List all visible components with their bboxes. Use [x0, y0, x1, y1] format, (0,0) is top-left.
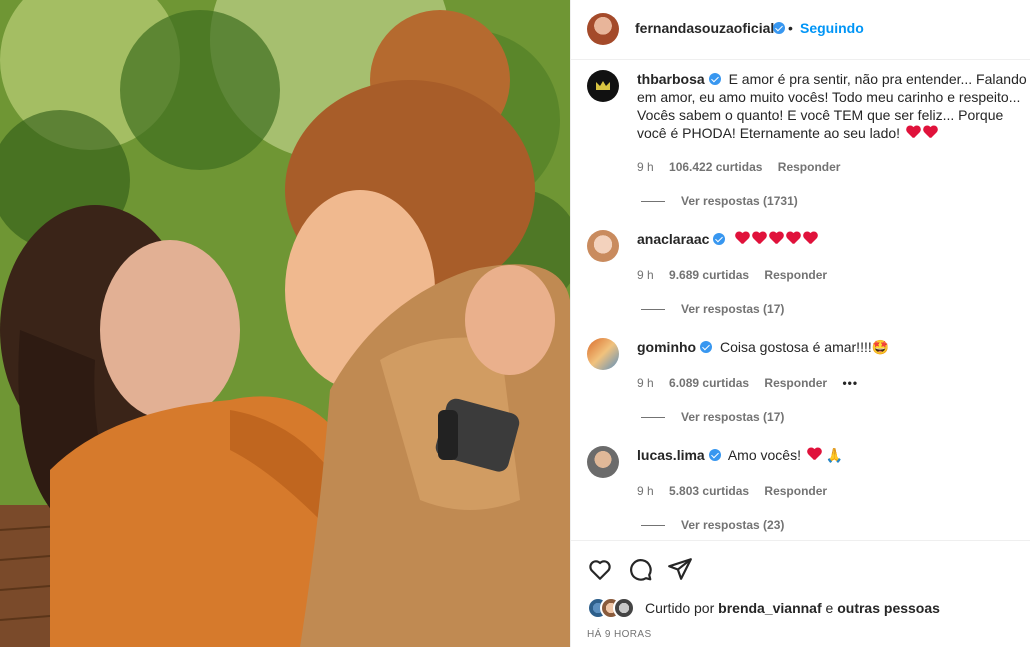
following-button[interactable]: Seguindo: [800, 20, 864, 36]
heart-outline-icon[interactable]: [587, 556, 613, 582]
liked-by-user[interactable]: brenda_viannaf: [718, 600, 821, 616]
reply-button[interactable]: Responder: [764, 484, 827, 498]
comment-item: lucas.lima Amo vocês! 🙏 9 h 5.803 curtid…: [571, 436, 1030, 540]
reply-button[interactable]: Responder: [764, 376, 827, 390]
praying-hands-emoji-icon: 🙏: [825, 447, 844, 463]
verified-badge-icon: [708, 449, 721, 461]
commenter-username[interactable]: thbarbosa: [637, 71, 705, 87]
comment-time: 9 h: [637, 484, 654, 498]
view-replies-label: Ver respostas (1731): [681, 194, 798, 208]
comment-item: gominho Coisa gostosa é amar!!!!🤩 9 h 6.…: [571, 328, 1030, 436]
commenter-username[interactable]: anaclaraac: [637, 231, 709, 247]
liked-by-others[interactable]: outras pessoas: [837, 600, 940, 616]
view-replies-label: Ver respostas (23): [681, 518, 785, 532]
comment-meta: 9 h 9.689 curtidas Responder: [637, 268, 839, 282]
verified-badge-icon: [708, 73, 721, 85]
crown-logo-icon: [596, 81, 610, 90]
comment-text-block: anaclaraac: [637, 230, 1027, 248]
replies-divider: [641, 309, 665, 311]
red-heart-emoji-icon: [803, 232, 818, 246]
post-header: fernandasouzaoficial • Seguindo: [571, 0, 1030, 60]
view-replies-button[interactable]: Ver respostas (17): [641, 410, 784, 424]
post-timestamp[interactable]: HÁ 9 HORAS: [587, 629, 652, 640]
verified-badge-icon: [700, 341, 713, 353]
header-separator: •: [788, 20, 793, 36]
comment-likes[interactable]: 6.089 curtidas: [669, 376, 749, 390]
comment-text: Amo vocês!: [727, 447, 801, 463]
red-heart-emoji-icon: [807, 448, 822, 462]
comment-item: anaclaraac 9 h 9.689 curtidas Responder …: [571, 220, 1030, 328]
reply-button[interactable]: Responder: [778, 160, 841, 174]
red-heart-emoji-icon: [786, 232, 801, 246]
post-details-panel: fernandasouzaoficial • Seguindo thbarbos…: [570, 0, 1030, 647]
comment-text: Coisa gostosa é amar!!!!🤩: [720, 339, 890, 355]
send-icon[interactable]: [667, 556, 693, 582]
comment-time: 9 h: [637, 160, 654, 174]
view-replies-button[interactable]: Ver respostas (23): [641, 518, 784, 532]
view-replies-label: Ver respostas (17): [681, 302, 785, 316]
red-heart-emoji-icon: [923, 126, 938, 140]
view-replies-button[interactable]: Ver respostas (1731): [641, 194, 798, 208]
author-username[interactable]: fernandasouzaoficial: [635, 20, 774, 36]
replies-divider: [641, 525, 665, 527]
liker-avatar: [613, 597, 635, 619]
comment-likes[interactable]: 106.422 curtidas: [669, 160, 762, 174]
view-replies-label: Ver respostas (17): [681, 410, 785, 424]
comment-item: thbarbosa E amor é pra sentir, não pra e…: [571, 60, 1030, 220]
post-actions: Curtido por brenda_viannaf e outras pess…: [571, 540, 1030, 647]
commenter-avatar[interactable]: [587, 446, 619, 478]
liked-by-text: Curtido por brenda_viannaf e outras pess…: [645, 600, 940, 616]
comment-time: 9 h: [637, 268, 654, 282]
comment-text-block: lucas.lima Amo vocês! 🙏: [637, 446, 1027, 464]
verified-badge-icon: [773, 22, 785, 34]
red-heart-emoji-icon: [906, 126, 921, 140]
view-replies-button[interactable]: Ver respostas (17): [641, 302, 784, 316]
comment-likes[interactable]: 5.803 curtidas: [669, 484, 749, 498]
commenter-avatar[interactable]: [587, 230, 619, 262]
author-avatar[interactable]: [587, 13, 619, 45]
comments-list[interactable]: thbarbosa E amor é pra sentir, não pra e…: [571, 60, 1030, 540]
comment-meta: 9 h 106.422 curtidas Responder: [637, 160, 852, 174]
comment-icon[interactable]: [627, 556, 653, 582]
liked-by-prefix: Curtido por: [645, 600, 715, 616]
comment-likes[interactable]: 9.689 curtidas: [669, 268, 749, 282]
commenter-avatar[interactable]: [587, 338, 619, 370]
red-heart-emoji-icon: [769, 232, 784, 246]
replies-divider: [641, 417, 665, 419]
post-photo[interactable]: [0, 0, 570, 647]
comment-meta: 9 h 6.089 curtidas Responder •••: [637, 376, 870, 390]
verified-badge-icon: [713, 233, 726, 245]
comment-text-block: thbarbosa E amor é pra sentir, não pra e…: [637, 70, 1027, 142]
post-photo-illustration: [0, 0, 570, 647]
more-options-icon[interactable]: •••: [842, 376, 858, 390]
red-heart-emoji-icon: [752, 232, 767, 246]
commenter-username[interactable]: gominho: [637, 339, 696, 355]
commenter-username[interactable]: lucas.lima: [637, 447, 705, 463]
commenter-avatar[interactable]: [587, 70, 619, 102]
reply-button[interactable]: Responder: [764, 268, 827, 282]
red-heart-emoji-icon: [735, 232, 750, 246]
liked-by-conjunction: e: [825, 600, 834, 616]
replies-divider: [641, 201, 665, 203]
comment-time: 9 h: [637, 376, 654, 390]
comment-text-block: gominho Coisa gostosa é amar!!!!🤩: [637, 338, 1027, 356]
comment-meta: 9 h 5.803 curtidas Responder: [637, 484, 839, 498]
